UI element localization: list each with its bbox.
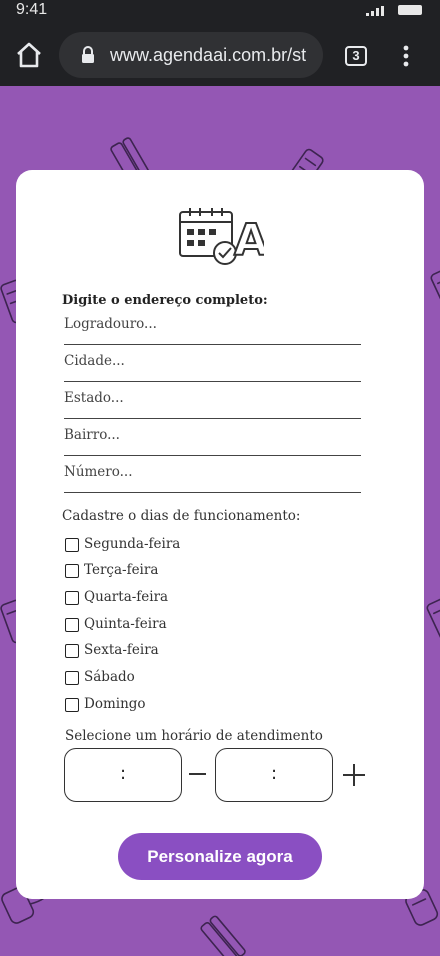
home-icon[interactable] [14, 40, 44, 70]
street-placeholder: Logradouro... [64, 316, 157, 332]
checkbox[interactable] [65, 644, 79, 658]
checkbox[interactable] [65, 698, 79, 712]
day-label: Segunda-feira [84, 536, 181, 552]
state-field[interactable]: Estado... [64, 382, 361, 419]
street-field[interactable]: Logradouro... [64, 308, 361, 345]
url-text: www.agendaai.com.br/st [110, 45, 307, 65]
hair-dryer-icon [430, 268, 440, 312]
number-field[interactable]: Número... [64, 456, 361, 493]
checkbox[interactable] [65, 538, 79, 552]
status-time: 9:41 [16, 1, 48, 18]
checkbox[interactable] [65, 671, 79, 685]
number-placeholder: Número... [64, 464, 133, 480]
city-placeholder: Cidade... [64, 353, 125, 369]
days-section-title: Cadastre o dias de funcionamento: [62, 508, 301, 524]
day-label: Sábado [84, 669, 135, 685]
add-time-slot-icon[interactable] [343, 764, 365, 786]
personalize-button[interactable]: Personalize agora [118, 833, 322, 880]
city-field[interactable]: Cidade... [64, 345, 361, 382]
neighborhood-field[interactable]: Bairro... [64, 419, 361, 456]
checkbox[interactable] [65, 591, 79, 605]
logo-text: AI [234, 215, 264, 266]
day-label: Terça-feira [84, 562, 159, 578]
day-label: Quarta-feira [84, 589, 169, 605]
agenda-ai-logo: AI [179, 208, 264, 266]
time-range-dash [189, 773, 206, 775]
more-menu-icon[interactable] [398, 44, 414, 68]
state-placeholder: Estado... [64, 390, 124, 406]
neighborhood-placeholder: Bairro... [64, 427, 120, 443]
time-separator: : [119, 763, 127, 784]
signal-icon [366, 6, 384, 16]
lock-icon [82, 46, 94, 63]
time-separator: : [270, 763, 278, 784]
browser-toolbar: www.agendaai.com.br/st 3 [0, 24, 440, 86]
address-bar[interactable]: www.agendaai.com.br/st [59, 32, 323, 78]
registration-card: AI Digite o endereço completo: Logradour… [16, 170, 424, 899]
tab-switcher-button[interactable]: 3 [345, 46, 367, 66]
end-time-input[interactable]: : [215, 748, 333, 802]
day-label: Quinta-feira [84, 616, 167, 632]
day-label: Domingo [84, 696, 146, 712]
battery-icon [398, 5, 422, 15]
hair-dryer-icon [426, 598, 440, 642]
day-label: Sexta-feira [84, 642, 159, 658]
hours-section-title: Selecione um horário de atendimento [65, 728, 323, 744]
flat-iron-icon [200, 915, 246, 956]
start-time-input[interactable]: : [64, 748, 182, 802]
status-bar: 9:41 [0, 0, 440, 24]
checkbox[interactable] [65, 618, 79, 632]
address-section-title: Digite o endereço completo: [62, 293, 268, 308]
checkbox[interactable] [65, 564, 79, 578]
